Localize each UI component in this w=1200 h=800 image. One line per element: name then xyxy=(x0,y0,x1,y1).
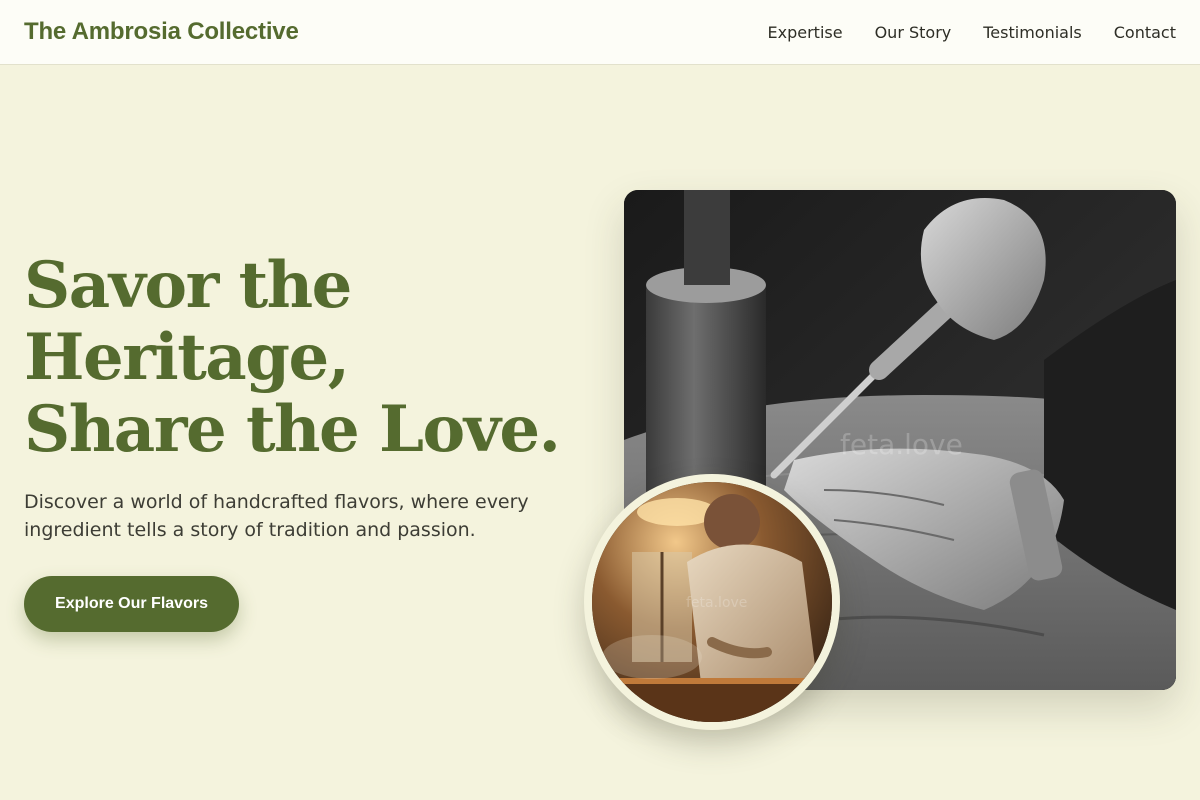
nav-link-our-story[interactable]: Our Story xyxy=(875,23,952,42)
hero-title-line-2: Heritage, xyxy=(24,320,350,395)
nav-link-expertise[interactable]: Expertise xyxy=(768,23,843,42)
hero-title: Savor the Heritage, Share the Love. xyxy=(24,250,584,466)
nav-link-contact[interactable]: Contact xyxy=(1114,23,1176,42)
main-nav: Expertise Our Story Testimonials Contact xyxy=(768,23,1176,42)
hero-title-line-3: Share the Love. xyxy=(24,392,561,467)
round-photo-watermark: feta.love xyxy=(686,595,748,611)
main-photo-watermark: feta.love xyxy=(840,428,963,461)
craftsman-photo: feta.love xyxy=(584,474,840,730)
hero-title-line-1: Savor the xyxy=(24,248,352,323)
explore-flavors-button[interactable]: Explore Our Flavors xyxy=(24,576,239,632)
hero-subtitle: Discover a world of handcrafted flavors,… xyxy=(24,491,529,541)
brand-logo[interactable]: The Ambrosia Collective xyxy=(24,18,299,46)
site-header: The Ambrosia Collective Expertise Our St… xyxy=(0,0,1200,65)
nav-link-testimonials[interactable]: Testimonials xyxy=(983,23,1082,42)
